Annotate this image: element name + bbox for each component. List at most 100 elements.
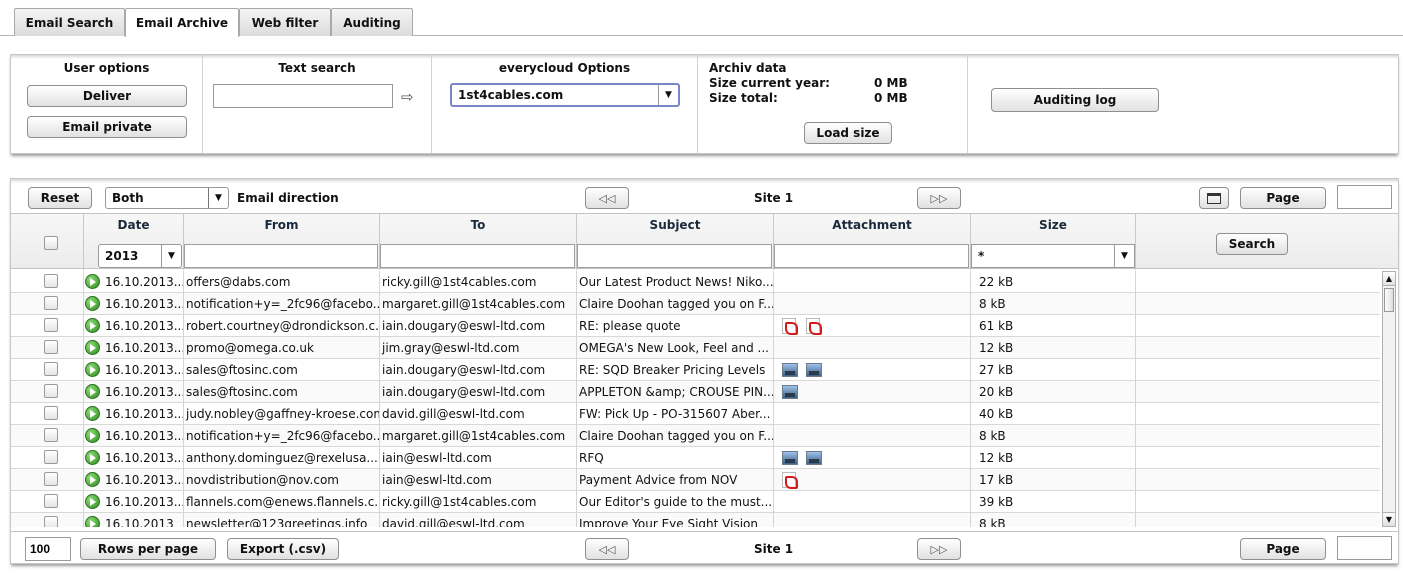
next-page-button[interactable]: ▷▷ xyxy=(917,187,961,209)
select-all-checkbox[interactable] xyxy=(44,236,58,250)
table-row[interactable]: 16.10.2013... novdistribution@nov.com iain… xyxy=(11,469,1380,491)
text-search-input[interactable] xyxy=(213,84,393,108)
scroll-up-icon[interactable]: ▲ xyxy=(1383,272,1395,286)
row-checkbox[interactable] xyxy=(44,472,58,486)
size-filter-value: * xyxy=(978,249,985,263)
page-input[interactable] xyxy=(1337,185,1392,209)
table-row[interactable]: 16.10.2013... notification+y=_2fc96@faceb… xyxy=(11,293,1380,315)
green-arrow-icon[interactable] xyxy=(85,318,100,333)
tab-email-archive[interactable]: Email Archive xyxy=(125,8,239,37)
row-checkbox[interactable] xyxy=(44,274,58,288)
green-arrow-icon[interactable] xyxy=(85,472,100,487)
search-button[interactable]: Search xyxy=(1216,233,1288,255)
tab-auditing[interactable]: Auditing xyxy=(331,8,413,36)
footer-next-page-button[interactable]: ▷▷ xyxy=(917,538,961,560)
email-private-button[interactable]: Email private xyxy=(27,116,187,138)
table-row[interactable]: 16.10.2013... anthony.dominguez@rexelusa.… xyxy=(11,447,1380,469)
pdf-icon[interactable] xyxy=(782,318,798,335)
date-column-title[interactable]: Date xyxy=(84,218,183,232)
green-arrow-icon[interactable] xyxy=(85,384,100,399)
from-cell: sales@ftosinc.com xyxy=(184,381,380,403)
subject-cell: RE: please quote xyxy=(577,315,774,337)
row-checkbox[interactable] xyxy=(44,318,58,332)
to-filter-input[interactable] xyxy=(380,244,575,268)
image-icon[interactable] xyxy=(806,451,822,465)
size-filter-select[interactable]: * ▼ xyxy=(971,244,1135,268)
prev-page-button[interactable]: ◁◁ xyxy=(585,187,629,209)
reset-button[interactable]: Reset xyxy=(28,187,92,209)
table-row[interactable]: 16.10.2013... sales@ftosinc.com iain.douga… xyxy=(11,359,1380,381)
scroll-down-icon[interactable]: ▼ xyxy=(1383,512,1395,526)
from-cell: flannels.com@enews.flannels.c... xyxy=(184,491,380,513)
subject-column-title[interactable]: Subject xyxy=(577,218,773,232)
attachment-filter-input[interactable] xyxy=(774,244,969,268)
footer-page-input[interactable] xyxy=(1337,536,1392,560)
scroll-thumb[interactable] xyxy=(1384,288,1394,312)
text-search-section: Text search ⇨ xyxy=(203,55,432,153)
green-arrow-icon[interactable] xyxy=(85,362,100,377)
column-toggle-button[interactable] xyxy=(1199,187,1229,209)
table-row[interactable]: 16.10.2013... notification+y=_2fc96@faceb… xyxy=(11,425,1380,447)
pdf-icon[interactable] xyxy=(782,472,798,489)
green-arrow-icon[interactable] xyxy=(85,450,100,465)
export-csv-button[interactable]: Export (.csv) xyxy=(227,538,339,560)
tab-email-search[interactable]: Email Search xyxy=(14,8,125,36)
to-column-title[interactable]: To xyxy=(380,218,576,232)
from-column-title[interactable]: From xyxy=(184,218,379,232)
text-search-go-icon[interactable]: ⇨ xyxy=(401,88,414,106)
row-checkbox[interactable] xyxy=(44,406,58,420)
from-filter-input[interactable] xyxy=(184,244,378,268)
table-row[interactable]: 16.10.2013... robert.courtney@drondickson… xyxy=(11,315,1380,337)
row-checkbox[interactable] xyxy=(44,428,58,442)
green-arrow-icon[interactable] xyxy=(85,516,100,527)
image-icon[interactable] xyxy=(806,363,822,377)
table-row[interactable]: 16.10.2013... flannels.com@enews.flannels… xyxy=(11,491,1380,513)
table-row[interactable]: 16.10.2013... promo@omega.co.uk jim.gray@e… xyxy=(11,337,1380,359)
row-checkbox[interactable] xyxy=(44,384,58,398)
row-checkbox[interactable] xyxy=(44,450,58,464)
tab-web-filter[interactable]: Web filter xyxy=(239,8,331,36)
image-icon[interactable] xyxy=(782,451,798,465)
vertical-scrollbar[interactable]: ▲ ▼ xyxy=(1382,271,1396,527)
load-size-button[interactable]: Load size xyxy=(804,122,892,144)
pdf-icon[interactable] xyxy=(806,318,822,335)
to-cell: ricky.gill@1st4cables.com xyxy=(380,271,577,293)
rows-per-page-button[interactable]: Rows per page xyxy=(80,538,216,560)
row-checkbox[interactable] xyxy=(44,362,58,376)
table-row[interactable]: 16.10.2013... sales@ftosinc.com iain.douga… xyxy=(11,381,1380,403)
size-cell: 12 kB xyxy=(971,337,1136,359)
table-row[interactable]: 16.10.2013 newsletter@123greetings.info da… xyxy=(11,513,1380,527)
row-checkbox[interactable] xyxy=(44,296,58,310)
green-arrow-icon[interactable] xyxy=(85,406,100,421)
auditing-log-button[interactable]: Auditing log xyxy=(991,88,1159,112)
row-select-cell xyxy=(11,271,84,293)
green-arrow-icon[interactable] xyxy=(85,340,100,355)
row-checkbox[interactable] xyxy=(44,494,58,508)
to-cell: iain@eswl-ltd.com xyxy=(380,469,577,491)
green-arrow-icon[interactable] xyxy=(85,494,100,509)
image-icon[interactable] xyxy=(782,385,798,399)
footer-page-button[interactable]: Page xyxy=(1240,538,1326,560)
attachment-cell xyxy=(774,513,971,527)
rows-per-page-input[interactable] xyxy=(25,537,71,561)
row-checkbox[interactable] xyxy=(44,340,58,354)
green-arrow-icon[interactable] xyxy=(85,296,100,311)
table-row[interactable]: 16.10.2013... judy.nobley@gaffney-kroese.… xyxy=(11,403,1380,425)
subject-cell: RFQ xyxy=(577,447,774,469)
deliver-button[interactable]: Deliver xyxy=(27,85,187,107)
attachment-column-title[interactable]: Attachment xyxy=(774,218,970,232)
green-arrow-icon[interactable] xyxy=(85,428,100,443)
table-row[interactable]: 16.10.2013... offers@dabs.com ricky.gill@1… xyxy=(11,271,1380,293)
domain-select[interactable]: 1st4cables.com ▼ xyxy=(450,83,680,107)
row-checkbox[interactable] xyxy=(44,516,58,527)
year-select-value: 2013 xyxy=(105,249,139,263)
row-spacer-cell xyxy=(1136,491,1381,513)
green-arrow-icon[interactable] xyxy=(85,274,100,289)
page-button[interactable]: Page xyxy=(1240,187,1326,209)
direction-select[interactable]: Both ▼ xyxy=(105,187,229,209)
subject-filter-input[interactable] xyxy=(577,244,772,268)
image-icon[interactable] xyxy=(782,363,798,377)
year-select[interactable]: 2013 ▼ xyxy=(98,244,182,268)
footer-prev-page-button[interactable]: ◁◁ xyxy=(585,538,629,560)
size-column-title[interactable]: Size xyxy=(971,218,1135,232)
